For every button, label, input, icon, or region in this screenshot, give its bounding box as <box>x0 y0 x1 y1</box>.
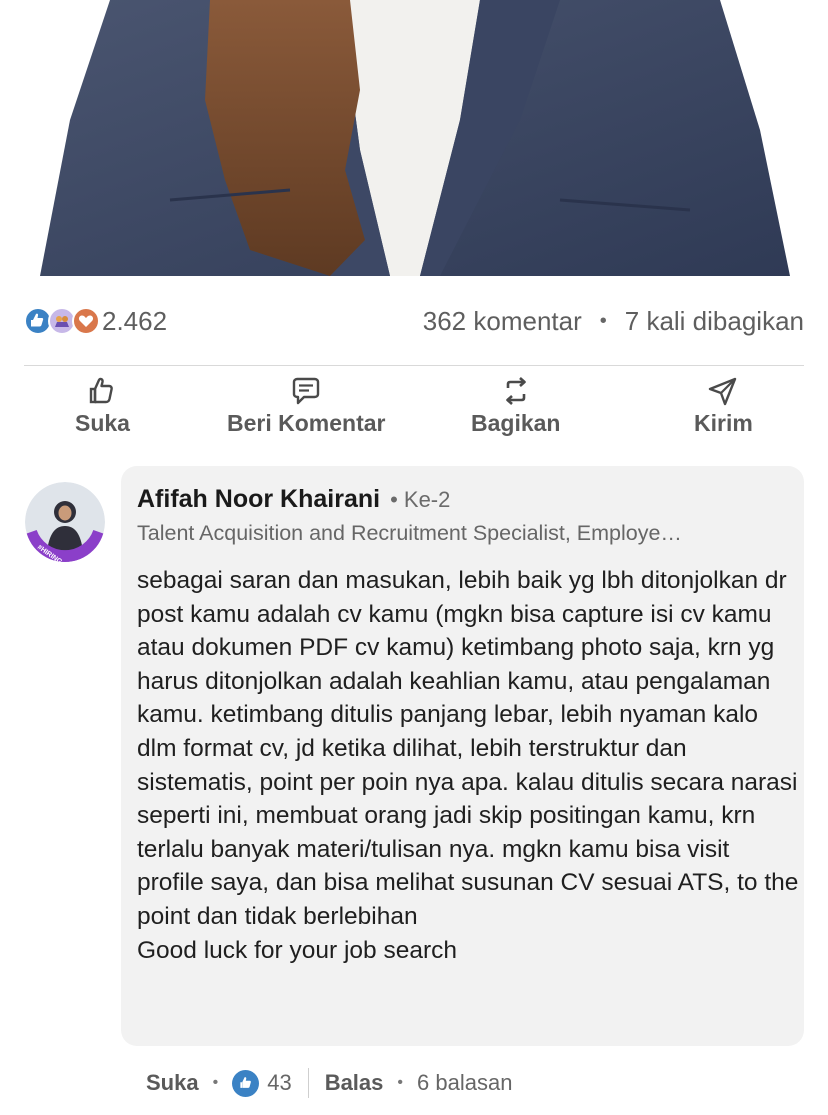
like-button[interactable]: Suka <box>75 374 130 437</box>
connection-degree: • Ke-2 <box>390 487 451 512</box>
like-label: Suka <box>75 410 130 436</box>
comment-header: Afifah Noor Khairani • Ke-2 <box>137 485 450 514</box>
separator-dot: • <box>599 309 607 332</box>
comment-author-headline: Talent Acquisition and Recruitment Speci… <box>137 521 682 545</box>
comment-button[interactable]: Beri Komentar <box>227 374 385 437</box>
comment-like-count: 43 <box>267 1070 292 1095</box>
reactions-summary[interactable]: 2.462 <box>24 306 167 337</box>
like-icon <box>232 1069 260 1097</box>
separator-dot: • <box>212 1074 219 1091</box>
send-button[interactable]: Kirim <box>694 374 753 437</box>
send-icon <box>709 377 737 406</box>
separator-dot: • <box>397 1074 404 1091</box>
comment-actions: Suka • 43 Balas • 6 balasan <box>146 1066 512 1100</box>
comment-label: Beri Komentar <box>227 410 386 436</box>
comment-author-name[interactable]: Afifah Noor Khairani <box>137 485 380 514</box>
like-icon <box>90 377 114 404</box>
avatar[interactable]: #HIRING <box>25 482 105 562</box>
reaction-count: 2.462 <box>102 305 168 336</box>
share-count[interactable]: 7 kali dibagikan <box>625 306 804 337</box>
reply-count[interactable]: 6 balasan <box>417 1070 512 1096</box>
post-image[interactable] <box>0 0 828 276</box>
repost-icon <box>505 377 526 405</box>
comment-bubble: Afifah Noor Khairani • Ke-2 Talent Acqui… <box>121 466 804 1046</box>
repost-label: Bagikan <box>471 410 561 436</box>
comment-icon <box>293 377 320 405</box>
send-label: Kirim <box>694 410 753 436</box>
comment-text: sebagai saran dan masukan, lebih baik yg… <box>137 567 799 964</box>
love-icon <box>72 307 100 335</box>
reply-button[interactable]: Balas <box>325 1070 384 1096</box>
divider <box>307 1068 309 1098</box>
post-action-bar: Suka Beri Komentar Bagikan Kirim <box>0 374 828 444</box>
social-counts: 2.462 362 komentar • 7 kali dibagikan <box>24 296 804 346</box>
reaction-icons <box>24 307 102 335</box>
repost-button[interactable]: Bagikan <box>471 374 560 437</box>
comment-like-button[interactable]: Suka <box>146 1070 199 1096</box>
comment-count[interactable]: 362 komentar <box>423 306 582 337</box>
divider <box>24 365 804 366</box>
